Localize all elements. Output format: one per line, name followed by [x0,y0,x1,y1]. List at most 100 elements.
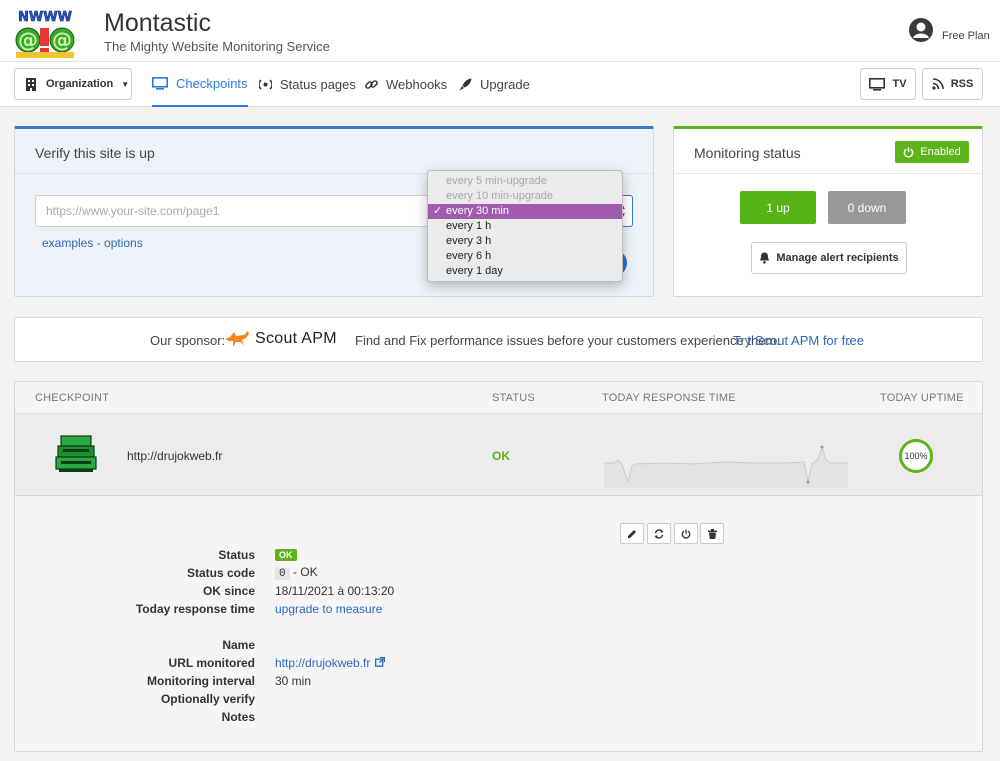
monitor-icon [152,77,168,90]
organization-label: Organization [46,78,114,90]
tab-status-pages[interactable]: Status pages [259,62,356,107]
trash-icon [707,528,717,539]
detail-label-url-monitored: URL monitored [168,656,255,670]
monitored-url-link[interactable]: http://drujokweb.fr [275,656,370,670]
power-toggle-button[interactable] [674,523,698,544]
column-header-uptime: TODAY UPTIME [880,392,964,404]
upgrade-to-measure-link[interactable]: upgrade to measure [275,602,382,616]
checkpoint-url[interactable]: http://drujokweb.fr [127,449,222,463]
link-icon [365,80,378,89]
sponsor-banner: Our sponsor: Scout APM Find and Fix perf… [14,317,983,362]
tv-button[interactable]: TV [860,68,916,100]
interval-option-label: every 30 min [446,205,509,217]
status-code: 0 [275,568,290,580]
down-count-button[interactable]: 0 down [828,191,906,224]
status-code-suffix: - OK [289,565,318,579]
checkmark-icon: ✓ [433,205,443,217]
interval-dropdown-menu[interactable]: every 5 min-upgrade every 10 min-upgrade… [427,170,623,282]
interval-option[interactable]: every 3 h [428,234,622,249]
rocket-icon [459,78,472,91]
checkpoint-table: CHECKPOINT STATUS TODAY RESPONSE TIME TO… [14,381,983,752]
rss-label: RSS [950,78,974,90]
manage-alert-label: Manage alert recipients [776,252,899,264]
organization-dropdown[interactable]: Organization ▼ [14,68,132,100]
column-header-status: STATUS [492,392,535,404]
detail-label-notes: Notes [221,710,255,724]
detail-label-optionally-verify: Optionally verify [160,692,255,706]
interval-option[interactable]: every 1 day [428,264,622,279]
logo-text: NWWW [18,10,72,25]
sponsor-label: Our sponsor: [150,333,226,348]
up-count-button[interactable]: 1 up [740,191,816,224]
user-avatar-icon[interactable] [909,18,933,42]
tv-icon [869,77,886,91]
power-icon [904,146,914,158]
enabled-toggle-button[interactable]: Enabled [895,141,969,163]
detail-label-response-time: Today response time [135,602,255,616]
table-row[interactable]: http://drujokweb.fr OK 100% [15,414,982,496]
caret-down-icon: ▼ [121,79,130,89]
checkpoint-status: OK [492,449,510,463]
examples-options-link[interactable]: examples - options [42,236,143,250]
tab-checkpoints-label: Checkpoints [176,76,248,91]
detail-value-status-code: 0 - OK [275,565,318,580]
tab-webhooks[interactable]: Webhooks [365,62,447,107]
svg-text:@: @ [52,28,72,52]
tab-status-pages-label: Status pages [280,77,356,92]
detail-value-monitoring-interval: 30 min [275,674,312,688]
interval-option[interactable]: every 6 h [428,249,622,264]
interval-option: every 5 min-upgrade [446,175,547,187]
sponsor-link[interactable]: Try Scout APM for free [733,333,864,348]
detail-label-ok-since: OK since [202,584,255,598]
monitoring-status-panel: Monitoring status Enabled 1 up 0 down Ma… [673,126,983,297]
bell-icon [760,252,770,264]
divider [674,173,982,174]
manage-alert-recipients-button[interactable]: Manage alert recipients [751,242,907,274]
interval-option: every 10 min-upgrade [446,190,554,202]
tab-upgrade[interactable]: Upgrade [459,62,530,107]
detail-value-ok-since: 18/11/2021 à 00:13:20 [275,584,395,598]
edit-button[interactable] [620,523,644,544]
power-icon [681,528,691,539]
column-header-checkpoint: CHECKPOINT [35,392,110,404]
broadcast-icon [259,79,272,90]
status-badge: OK [275,549,297,561]
sponsor-trailing: . [847,333,851,348]
rss-button[interactable]: RSS [922,68,983,100]
tab-webhooks-label: Webhooks [386,77,448,92]
response-time-sparkline [604,445,848,488]
montastic-logo[interactable]: NWWW @ @ [12,6,78,60]
url-input[interactable] [35,195,435,227]
tab-upgrade-label: Upgrade [480,77,530,92]
uptime-gauge: 100% [899,439,933,473]
detail-label-monitoring-interval: Monitoring interval [147,674,255,688]
app-title: Montastic [104,9,211,37]
interval-option-selected[interactable]: ✓ every 30 min [428,204,622,219]
site-favicon-icon [55,435,97,472]
detail-label-name: Name [222,638,255,652]
verify-title: Verify this site is up [35,145,155,161]
refresh-button[interactable] [647,523,671,544]
detail-value-status: OK [275,547,297,561]
tab-checkpoints[interactable]: Checkpoints [152,62,248,107]
tv-label: TV [892,78,907,90]
top-header: NWWW @ @ Montastic The Mighty Website Mo… [0,0,1000,62]
pencil-icon [628,529,636,538]
refresh-icon [654,528,664,539]
plan-label[interactable]: Free Plan [942,30,990,42]
column-header-response-time: TODAY RESPONSE TIME [602,392,736,404]
delete-button[interactable] [700,523,724,544]
external-link-icon[interactable] [374,656,385,667]
svg-text:@: @ [18,28,38,52]
scout-dog-logo-icon[interactable] [224,329,250,349]
building-icon [26,77,36,91]
rss-icon [932,78,944,90]
main-nav: Organization ▼ Checkpoints Status pages … [0,62,1000,107]
sponsor-name[interactable]: Scout APM [255,330,337,348]
detail-value-url-monitored[interactable]: http://drujokweb.fr [275,656,385,670]
detail-label-status-code: Status code [186,566,255,580]
interval-option[interactable]: every 1 h [428,219,622,234]
enabled-label: Enabled [920,146,961,158]
detail-label-status: Status [218,548,255,562]
sponsor-text: Find and Fix performance issues before y… [355,333,780,348]
